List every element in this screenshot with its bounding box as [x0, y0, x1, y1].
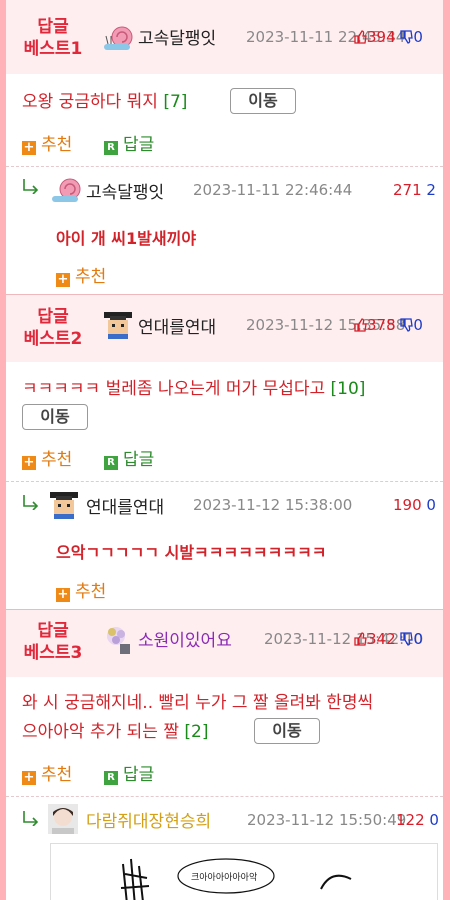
- reply-r-icon: R: [104, 771, 118, 785]
- author-nickname[interactable]: 소원이있어요: [138, 626, 232, 651]
- thumbs-up-icon[interactable]: [354, 632, 367, 646]
- badge-line-2: 베스트3: [23, 643, 83, 663]
- reply-downvote-count: 0: [429, 811, 439, 829]
- recommend-label: 추천: [41, 135, 73, 155]
- downvote-count: 0: [413, 630, 423, 648]
- recommend-label: 추천: [41, 765, 73, 785]
- plus-icon: +: [56, 587, 70, 602]
- move-button[interactable]: 이동: [230, 88, 296, 114]
- downvote-count: 0: [413, 28, 423, 46]
- badge-line-1: 답글: [37, 17, 69, 37]
- reply-author-nickname[interactable]: 다람쥐대장현승희: [86, 807, 211, 832]
- reply-upvote-count: 271: [393, 181, 422, 199]
- nested-reply-text: 아이 개 씨1발새끼야: [56, 229, 197, 248]
- reply-author-nickname[interactable]: 연대를연대: [86, 493, 164, 518]
- reply-vote-box: 271 2: [393, 181, 436, 199]
- reply-label: 답글: [123, 135, 155, 155]
- reply-body-line-2: 으아아악 추가 되는 짤 [2]: [22, 719, 208, 745]
- reply-author-nickname[interactable]: 고속달팽잇: [86, 178, 164, 203]
- reply-button[interactable]: R 답글: [104, 760, 154, 785]
- divider: [6, 796, 443, 797]
- vote-box: 378 0: [354, 316, 423, 334]
- comment-count: [2]: [184, 722, 209, 742]
- comment-count: [7]: [163, 92, 188, 112]
- nested-reply-text: 으악ㄱㄱㄱㄱㄱ 시발ㅋㅋㅋㅋㅋㅋㅋㅋㅋ: [56, 543, 327, 562]
- reply-upvote-count: 190: [393, 496, 422, 514]
- vote-box: 394 0: [354, 28, 423, 46]
- best-badge-3: 답글 베스트3: [20, 620, 86, 664]
- recommend-label: 추천: [41, 450, 73, 470]
- badge-line-2: 베스트2: [23, 329, 83, 349]
- recommend-button[interactable]: + 추천: [56, 262, 106, 287]
- recommend-label: 추천: [75, 267, 107, 287]
- author-nickname[interactable]: 연대를연대: [138, 313, 216, 338]
- thumbs-down-icon[interactable]: [400, 318, 414, 332]
- move-button[interactable]: 이동: [254, 718, 320, 744]
- photo-avatar-icon: [48, 804, 78, 834]
- reply-arrow-icon: [23, 495, 39, 510]
- vote-box: 342 0: [354, 630, 423, 648]
- thumbs-down-icon[interactable]: [400, 632, 414, 646]
- pixel-graduate-avatar-icon: [50, 492, 78, 519]
- reply-text: 오왕 궁금하다 뭐지: [22, 92, 158, 112]
- reply-text: ㅋㅋㅋㅋㅋ 벌레좀 나오는게 머가 무섭다고: [22, 379, 326, 399]
- author-nickname[interactable]: 고속달팽잇: [138, 24, 216, 49]
- plus-icon: +: [56, 272, 70, 287]
- reply-body: ㅋㅋㅋㅋㅋ 벌레좀 나오는게 머가 무섭다고 [10]: [22, 376, 365, 402]
- reply-button[interactable]: R 답글: [104, 445, 154, 470]
- divider: [6, 481, 443, 482]
- pixel-graduate-avatar-icon: [104, 312, 132, 339]
- badge-line-2: 베스트1: [23, 39, 83, 59]
- plus-icon: +: [22, 455, 36, 470]
- attached-image[interactable]: 크아아아아아아악: [50, 843, 438, 900]
- best-badge-2: 답글 베스트2: [20, 306, 86, 350]
- reply-button[interactable]: R 답글: [104, 130, 154, 155]
- thumbs-down-icon[interactable]: [400, 30, 414, 44]
- snail-avatar-icon: [52, 178, 81, 202]
- reply-r-icon: R: [104, 456, 118, 470]
- recommend-button[interactable]: + 추천: [22, 760, 72, 785]
- reply-downvote-count: 2: [426, 181, 436, 199]
- thumbs-up-icon[interactable]: [354, 318, 367, 332]
- plus-icon: +: [22, 140, 36, 155]
- reply-upvote-count: 122: [396, 811, 425, 829]
- reply-downvote-count: 0: [426, 496, 436, 514]
- bubble-text: 크아아아아아아악: [191, 873, 258, 883]
- badge-line-1: 답글: [37, 307, 69, 327]
- reply-label: 답글: [123, 765, 155, 785]
- recommend-label: 추천: [75, 582, 107, 602]
- reply-r-icon: R: [104, 141, 118, 155]
- reply-text-line-1: 와 시 궁금해지네.. 빨리 누가 그 짤 올려봐 한명씩: [22, 693, 374, 713]
- flower-avatar-icon: [107, 627, 130, 654]
- best-replies-panel: 답글 베스트1 고속달팽잇 2023-11-11 22:45:34 394 0 …: [6, 0, 443, 900]
- reply-vote-box: 122 0: [396, 811, 439, 829]
- recommend-button[interactable]: + 추천: [22, 130, 72, 155]
- recommend-button[interactable]: + 추천: [22, 445, 72, 470]
- badge-line-1: 답글: [37, 621, 69, 641]
- snail-avatar-icon: [104, 26, 133, 50]
- plus-icon: +: [22, 770, 36, 785]
- reply-date: 2023-11-12 15:38:00: [193, 496, 353, 514]
- reply-date: 2023-11-11 22:46:44: [193, 181, 353, 199]
- upvote-count: 378: [367, 316, 396, 334]
- move-button[interactable]: 이동: [22, 404, 88, 430]
- reply-label: 답글: [123, 450, 155, 470]
- reply-text-line-2: 으아아악 추가 되는 짤: [22, 722, 179, 742]
- reply-date: 2023-11-12 15:50:49: [247, 811, 407, 829]
- reply-body: 오왕 궁금하다 뭐지 [7]: [22, 89, 187, 115]
- reply-arrow-icon: [23, 179, 39, 194]
- downvote-count: 0: [413, 316, 423, 334]
- upvote-count: 394: [367, 28, 396, 46]
- divider: [6, 166, 443, 167]
- upvote-count: 342: [367, 630, 396, 648]
- reply-arrow-icon: [23, 811, 39, 826]
- comment-count: [10]: [330, 379, 366, 399]
- thumbs-up-icon[interactable]: [354, 30, 367, 44]
- reply-vote-box: 190 0: [393, 496, 436, 514]
- recommend-button[interactable]: + 추천: [56, 577, 106, 602]
- best-badge-1: 답글 베스트1: [20, 16, 86, 60]
